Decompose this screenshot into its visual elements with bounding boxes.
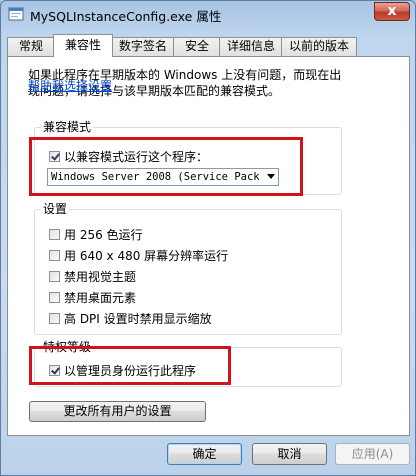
tab-digital-signatures[interactable]: 数字签名 [111, 37, 175, 56]
settings-group-title: 设置 [41, 202, 70, 216]
checkbox[interactable] [49, 151, 60, 162]
settings-group: 设置 用 256 色运行 用 640 x 480 屏幕分辨率运行 禁用视觉主题 … [34, 202, 342, 335]
os-version-dropdown[interactable]: Windows Server 2008 (Service Pack [47, 168, 279, 186]
apply-button[interactable]: 应用(A) [335, 443, 410, 465]
run-as-admin-checkbox[interactable]: 以管理员身份运行此程序 [49, 362, 196, 379]
checkbox[interactable] [49, 271, 60, 282]
privilege-group: 特权等级 以管理员身份运行此程序 [34, 340, 342, 387]
close-icon: x [387, 3, 397, 19]
option-256-colors[interactable]: 用 256 色运行 [49, 226, 143, 243]
option-disable-dpi-scaling[interactable]: 高 DPI 设置时禁用显示缩放 [49, 310, 212, 327]
tab-details[interactable]: 详细信息 [219, 37, 283, 56]
tab-security[interactable]: 安全 [173, 37, 221, 56]
option-640x480[interactable]: 用 640 x 480 屏幕分辨率运行 [49, 247, 228, 264]
title-bar[interactable]: MySQLInstanceConfig.exe 属性 x [0, 0, 416, 30]
compat-mode-group-title: 兼容模式 [41, 120, 94, 134]
compat-mode-group: 兼容模式 以兼容模式运行这个程序： Windows Server 2008 (S… [34, 120, 342, 195]
help-choose-settings-link[interactable]: 帮助我选择设置 [28, 77, 112, 94]
app-icon [8, 7, 24, 21]
option-disable-desktop-composition[interactable]: 禁用桌面元素 [49, 289, 136, 306]
checkbox[interactable] [49, 250, 60, 261]
checkbox[interactable] [49, 365, 60, 376]
option-disable-visual-themes[interactable]: 禁用视觉主题 [49, 268, 136, 285]
ok-button[interactable]: 确定 [167, 443, 242, 465]
tab-compatibility[interactable]: 兼容性 [53, 34, 113, 57]
close-button[interactable]: x [374, 2, 410, 21]
tab-general[interactable]: 常规 [7, 37, 55, 56]
compatibility-panel: 如果此程序在早期版本的 Windows 上没有问题，而现在出 现问题，请选择与该… [7, 56, 410, 436]
window-title: MySQLInstanceConfig.exe 属性 [30, 9, 222, 24]
cancel-button[interactable]: 取消 [252, 443, 327, 465]
chevron-down-icon [267, 174, 275, 179]
checkbox[interactable] [49, 292, 60, 303]
privilege-group-title: 特权等级 [41, 340, 94, 354]
compat-mode-checkbox[interactable]: 以兼容模式运行这个程序： [49, 148, 208, 165]
checkbox[interactable] [49, 313, 60, 324]
change-all-users-button[interactable]: 更改所有用户的设置 [29, 401, 206, 422]
tab-previous-versions[interactable]: 以前的版本 [281, 37, 357, 56]
checkbox[interactable] [49, 229, 60, 240]
